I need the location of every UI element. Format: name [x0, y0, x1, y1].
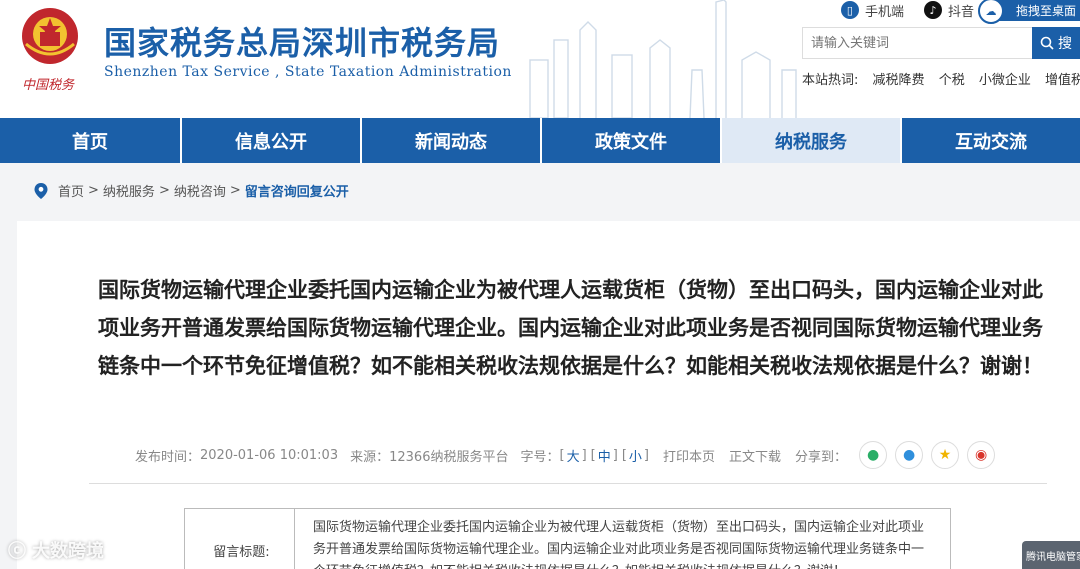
nav-item-home[interactable]: 首页 [0, 118, 180, 163]
publish-time-label: 发布时间： [135, 449, 201, 465]
motto-text: 中国税务 [22, 78, 75, 93]
breadcrumb: 首页 > 纳税服务 > 纳税咨询 > 留言咨询回复公开 [34, 181, 349, 200]
breadcrumb-consultation[interactable]: 纳税咨询 [174, 181, 226, 200]
article-card: 国际货物运输代理企业委托国内运输企业为被代理人运载货柜（货物）至出口码头，国内运… [17, 221, 1080, 569]
search-bar: 搜 [802, 27, 1080, 59]
article-title: 国际货物运输代理企业委托国内运输企业为被代理人运载货柜（货物）至出口码头，国内运… [98, 278, 1043, 378]
hotwords: 本站热词: 减税降费 个税 小微企业 增值税 [802, 69, 1080, 88]
drag-to-desktop-button[interactable]: ☁ 拖拽至桌面 [977, 0, 1080, 24]
search-input[interactable] [802, 27, 1032, 59]
nav-item-news[interactable]: 新闻动态 [359, 118, 540, 163]
bracket: [ [559, 447, 565, 463]
hotword-link[interactable]: 增值税 [1045, 73, 1080, 88]
breadcrumb-tax-service[interactable]: 纳税服务 [103, 181, 155, 200]
bracket: ] [612, 447, 618, 463]
font-size-label: 字号： [520, 449, 560, 465]
hotwords-label: 本站热词: [802, 73, 859, 88]
font-size-large-button[interactable]: 大 [567, 446, 580, 465]
search-icon [1040, 36, 1054, 50]
publish-time: 2020-01-06 10:01:03 [200, 447, 339, 463]
cloud-icon: ☁ [977, 0, 1004, 24]
drag-to-desktop-label: 拖拽至桌面 [1015, 3, 1076, 18]
message-title-label: 留言标题: [184, 508, 295, 569]
hotword-link[interactable]: 个税 [939, 73, 965, 88]
search-button[interactable]: 搜 [1032, 27, 1080, 59]
source-label: 来源： [350, 449, 390, 465]
article-meta: 发布时间： 2020-01-06 10:01:03 来源： 12366纳税服务平… [135, 441, 1003, 469]
watermark-overlay: ⓒ 大数跨境 [8, 537, 104, 563]
hotword-link[interactable]: 小微企业 [979, 73, 1031, 88]
download-link[interactable]: 正文下载 [729, 446, 781, 465]
mobile-link-label: 手机端 [864, 4, 904, 20]
meta-divider [89, 483, 1047, 484]
desktop-promo-badge[interactable]: 腾讯电脑管家 [1022, 541, 1080, 569]
message-title-value: 国际货物运输代理企业委托国内运输企业为被代理人运载货柜（货物）至出口码头，国内运… [294, 508, 951, 569]
nav-item-info-disclosure[interactable]: 信息公开 [179, 118, 360, 163]
nav-item-tax-service[interactable]: 纳税服务 [719, 118, 900, 163]
font-size-medium-button[interactable]: 中 [598, 446, 611, 465]
bracket: [ [621, 447, 627, 463]
message-table: 留言标题: 国际货物运输代理企业委托国内运输企业为被代理人运载货柜（货物）至出口… [184, 508, 951, 569]
bracket: ] [643, 447, 649, 463]
tax-emblem-logo [22, 8, 78, 64]
breadcrumb-separator: > [158, 183, 170, 198]
search-button-label: 搜 [1058, 36, 1072, 52]
tiktok-link[interactable]: ♪ 抖音 [923, 1, 974, 20]
bracket: [ [590, 447, 596, 463]
site-title[interactable]: 国家税务总局深圳市税务局 [104, 18, 500, 64]
site-title-english: Shenzhen Tax Service , State Taxation Ad… [104, 64, 512, 80]
top-links: ▯ 手机端 ♪ 抖音 ☁ 拖拽至桌面 [821, 0, 1080, 24]
mobile-link[interactable]: ▯ 手机端 [840, 1, 904, 20]
breadcrumb-separator: > [88, 183, 99, 198]
breadcrumb-separator: > [229, 183, 241, 198]
nav-item-interaction[interactable]: 互动交流 [899, 118, 1080, 163]
mobile-icon: ▯ [840, 1, 859, 19]
hotword-link[interactable]: 减税降费 [873, 73, 925, 88]
tiktok-icon: ♪ [923, 1, 942, 19]
font-size-small-button[interactable]: 小 [629, 446, 642, 465]
city-skyline-decoration [529, 0, 797, 118]
tiktok-link-label: 抖音 [947, 4, 974, 20]
breadcrumb-current[interactable]: 留言咨询回复公开 [245, 181, 349, 200]
print-link[interactable]: 打印本页 [663, 446, 715, 465]
qq-share-icon[interactable]: ● [895, 441, 924, 469]
main-nav: 首页 信息公开 新闻动态 政策文件 纳税服务 互动交流 [0, 118, 1080, 163]
breadcrumb-home[interactable]: 首页 [58, 181, 84, 200]
share-label: 分享到： [795, 449, 848, 465]
wechat-share-icon[interactable]: ● [859, 441, 888, 469]
watermark-logo-icon: ⓒ [8, 541, 26, 562]
nav-item-policy[interactable]: 政策文件 [539, 118, 720, 163]
site-header: 中国税务 国家税务总局深圳市税务局 Shenzhen Tax Service ,… [0, 0, 1080, 118]
bracket: ] [581, 447, 587, 463]
weibo-share-icon[interactable]: ◉ [967, 441, 996, 469]
qzone-share-icon[interactable]: ★ [931, 441, 960, 469]
table-row: 留言标题: 国际货物运输代理企业委托国内运输企业为被代理人运载货柜（货物）至出口… [184, 508, 951, 569]
location-pin-icon [34, 182, 48, 199]
source-value: 12366纳税服务平台 [389, 449, 509, 465]
watermark-text: 大数跨境 [32, 541, 104, 562]
